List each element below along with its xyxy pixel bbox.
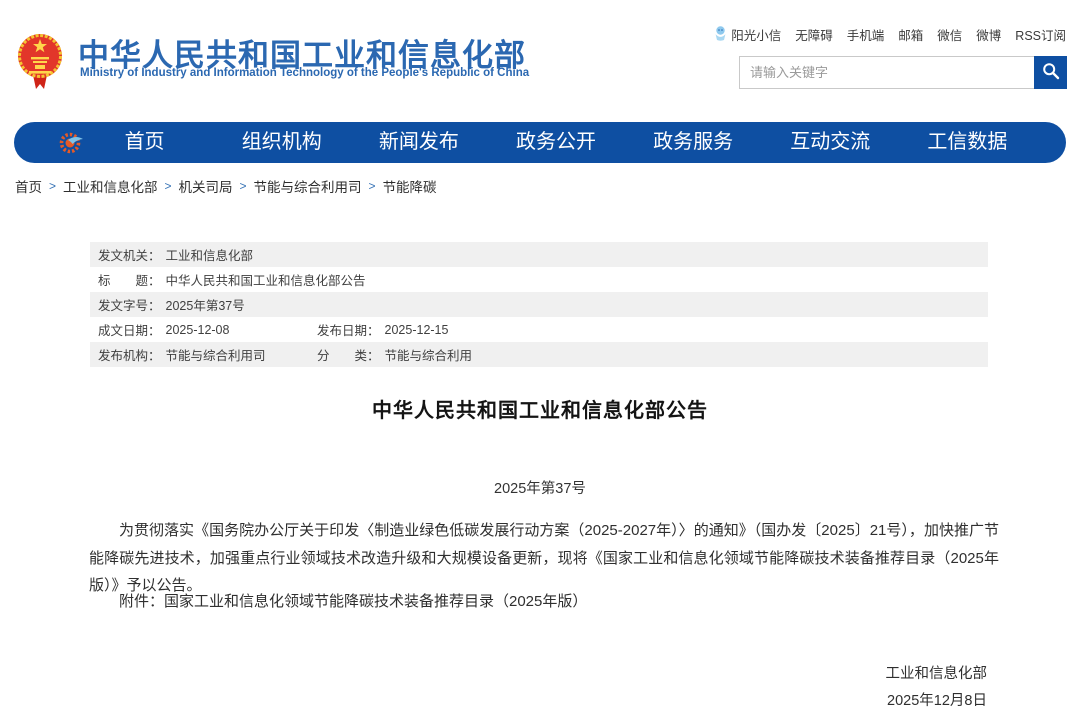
meta-value: 中华人民共和国工业和信息化部公告	[166, 270, 366, 289]
meta-row-doc-number: 发文字号： 2025年第37号	[90, 292, 988, 317]
document-title: 中华人民共和国工业和信息化部公告	[0, 394, 1080, 423]
breadcrumb-separator: >	[240, 179, 247, 193]
national-emblem-icon[interactable]	[16, 31, 64, 93]
meta-row-publisher-category: 发布机构： 节能与综合利用司 分 类： 节能与综合利用	[90, 342, 988, 367]
attachment-link[interactable]: 附件：国家工业和信息化领域节能降碳技术装备推荐目录（2025年版）	[89, 590, 999, 611]
document-signature: 工业和信息化部 2025年12月8日	[886, 661, 988, 715]
link-sunshine-mascot[interactable]: 阳光小信	[713, 25, 781, 44]
sunshine-mascot-icon	[713, 25, 728, 44]
breadcrumb-separator: >	[369, 179, 376, 193]
site-subtitle-english: Ministry of Industry and Information Tec…	[80, 67, 529, 79]
link-weibo[interactable]: 微博	[976, 25, 1001, 44]
sign-date: 2025年12月8日	[886, 688, 988, 715]
meta-label: 分 类：	[317, 345, 380, 364]
meta-label: 成文日期：	[98, 320, 161, 339]
top-link-label: 阳光小信	[731, 25, 781, 44]
nav-item-organization[interactable]: 组织机构	[213, 122, 350, 163]
nav-item-miit-data[interactable]: 工信数据	[899, 122, 1036, 163]
nav-items: 首页 组织机构 新闻发布 政务公开 政务服务 互动交流 工信数据	[76, 122, 1036, 163]
meta-value: 节能与综合利用司	[166, 345, 266, 364]
meta-row-title: 标 题： 中华人民共和国工业和信息化部公告	[90, 267, 988, 292]
breadcrumb-item-energy-dept[interactable]: 节能与综合利用司	[254, 176, 362, 196]
meta-value: 2025年第37号	[166, 295, 245, 314]
meta-label: 发布机构：	[98, 345, 161, 364]
document-paragraph: 为贯彻落实《国务院办公厅关于印发〈制造业绿色低碳发展行动方案（2025-2027…	[89, 517, 999, 600]
link-wechat[interactable]: 微信	[937, 25, 962, 44]
meta-label: 发布日期：	[317, 320, 380, 339]
signer-name: 工业和信息化部	[886, 661, 988, 688]
header-utility-links: 阳光小信 无障碍 手机端 邮箱 微信 微博 RSS订阅	[713, 25, 1066, 44]
search-button[interactable]	[1034, 56, 1067, 89]
link-accessibility[interactable]: 无障碍	[795, 25, 833, 44]
breadcrumb-separator: >	[49, 179, 56, 193]
breadcrumb-item-current: 节能降碳	[383, 176, 437, 196]
meta-value: 2025-12-08	[166, 323, 230, 337]
nav-item-gov-services[interactable]: 政务服务	[625, 122, 762, 163]
main-navigation: 首页 组织机构 新闻发布 政务公开 政务服务 互动交流 工信数据	[14, 122, 1066, 163]
meta-row-issuing-agency: 发文机关： 工业和信息化部	[90, 242, 988, 267]
breadcrumb: 首页 > 工业和信息化部 > 机关司局 > 节能与综合利用司 > 节能降碳	[15, 176, 437, 196]
breadcrumb-separator: >	[165, 179, 172, 193]
meta-label: 发文字号：	[98, 295, 161, 314]
search-bar	[739, 56, 1067, 89]
link-rss[interactable]: RSS订阅	[1015, 25, 1066, 44]
link-mobile[interactable]: 手机端	[847, 25, 885, 44]
document-meta-table: 发文机关： 工业和信息化部 标 题： 中华人民共和国工业和信息化部公告 发文字号…	[90, 242, 988, 367]
breadcrumb-item-miit[interactable]: 工业和信息化部	[63, 176, 158, 196]
nav-item-gov-disclosure[interactable]: 政务公开	[487, 122, 624, 163]
meta-value: 节能与综合利用	[385, 345, 473, 364]
breadcrumb-item-home[interactable]: 首页	[15, 176, 42, 196]
document-number: 2025年第37号	[0, 477, 1080, 498]
meta-row-dates: 成文日期： 2025-12-08 发布日期： 2025-12-15	[90, 317, 988, 342]
search-icon	[1042, 62, 1060, 83]
search-input[interactable]	[739, 56, 1034, 89]
meta-value: 工业和信息化部	[166, 245, 254, 264]
link-mailbox[interactable]: 邮箱	[898, 25, 923, 44]
nav-item-home[interactable]: 首页	[76, 122, 213, 163]
meta-label: 发文机关：	[98, 245, 161, 264]
meta-label: 标 题：	[98, 270, 161, 289]
nav-item-news[interactable]: 新闻发布	[350, 122, 487, 163]
meta-value: 2025-12-15	[385, 323, 449, 337]
breadcrumb-item-departments[interactable]: 机关司局	[179, 176, 233, 196]
nav-item-interaction[interactable]: 互动交流	[762, 122, 899, 163]
